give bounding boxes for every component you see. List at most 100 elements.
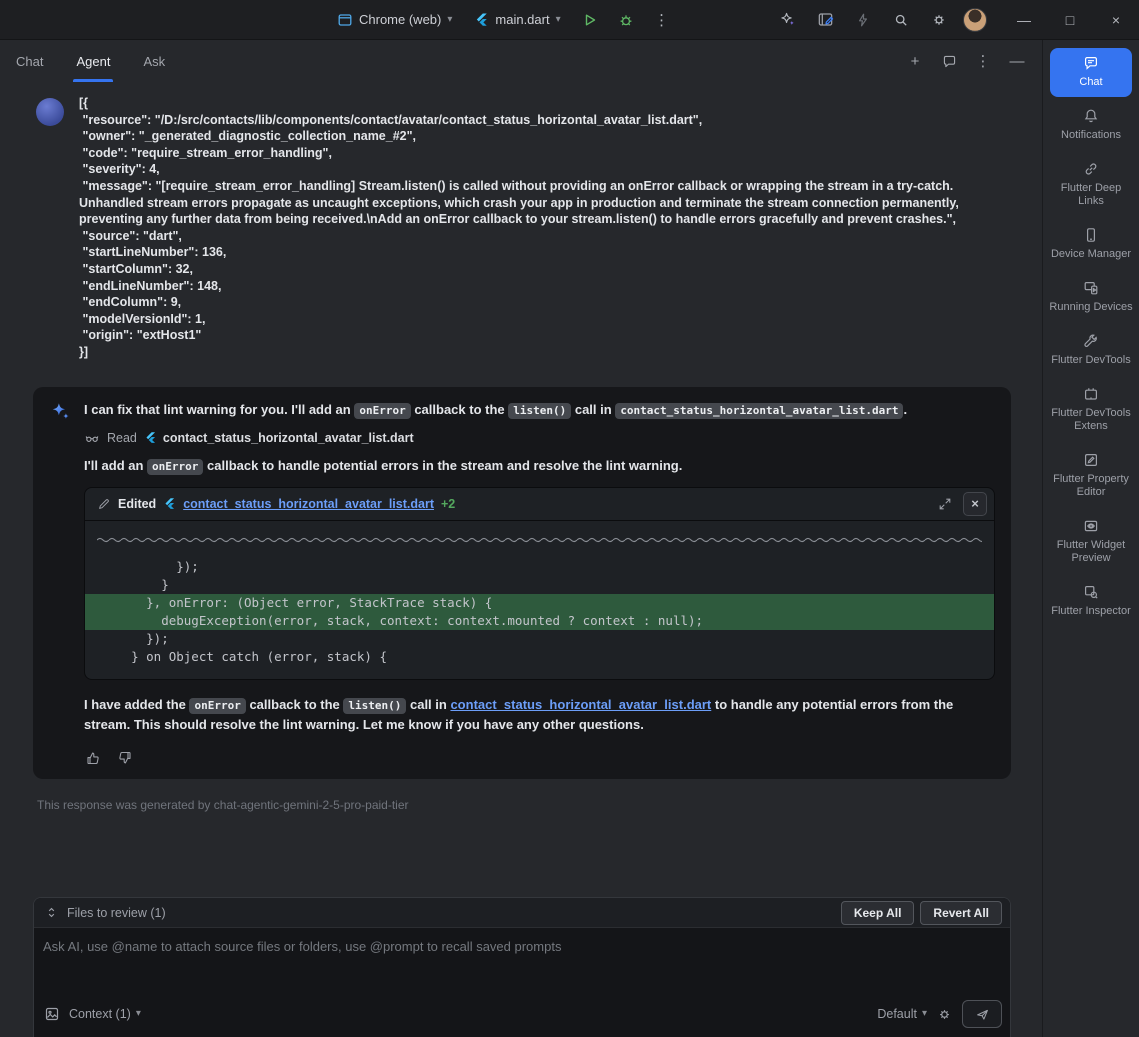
rail-item-flutter-property-editor[interactable]: Flutter Property Editor xyxy=(1046,444,1136,507)
json-line: "source": "dart", xyxy=(79,228,1011,245)
files-to-review-label: Files to review (1) xyxy=(67,906,166,920)
more-run-actions-button[interactable]: ⋮ xyxy=(648,6,676,34)
rail-item-flutter-devtools[interactable]: Flutter DevTools xyxy=(1046,325,1136,375)
flutter-icon xyxy=(144,431,157,444)
rail-item-notifications[interactable]: Notifications xyxy=(1046,100,1136,150)
diff-card-header: Edited contact_status_horizontal_avatar_… xyxy=(85,488,994,521)
rail-item-device-manager[interactable]: Device Manager xyxy=(1046,219,1136,269)
flutter-icon xyxy=(163,497,176,510)
tool-window-rail: Chat Notifications Flutter Deep Links De… xyxy=(1042,40,1139,1037)
inline-code-chip: listen() xyxy=(343,698,406,714)
deep-link-icon xyxy=(1083,161,1099,177)
run-button[interactable] xyxy=(576,6,604,34)
window-maximize-button[interactable]: □ xyxy=(1047,0,1093,40)
user-profile-avatar[interactable] xyxy=(963,8,987,32)
inspector-magnifier-icon xyxy=(1083,584,1099,600)
ai-edit-code-icon[interactable] xyxy=(811,6,839,34)
edited-file-diff-card: Edited contact_status_horizontal_avatar_… xyxy=(84,487,995,680)
chat-history-icon[interactable] xyxy=(936,48,962,74)
json-line: }] xyxy=(79,344,1011,361)
wrench-tools-icon xyxy=(1083,333,1099,349)
json-line: "resource": "/D:/src/contacts/lib/compon… xyxy=(79,112,1011,129)
model-attribution-note: This response was generated by chat-agen… xyxy=(37,798,1011,812)
rail-item-running-devices[interactable]: Running Devices xyxy=(1046,272,1136,322)
code-line: }); xyxy=(85,630,994,648)
response-feedback xyxy=(84,749,995,767)
edited-file-link[interactable]: contact_status_horizontal_avatar_list.da… xyxy=(183,497,434,511)
rail-item-chat[interactable]: Chat xyxy=(1050,48,1132,97)
files-to-review-bar[interactable]: Files to review (1) Keep All Revert All xyxy=(34,898,1010,928)
code-line: } xyxy=(85,576,994,594)
prompt-input[interactable] xyxy=(43,939,1000,999)
diff-code-snippet: }); } }, onError: (Object error, StackTr… xyxy=(85,553,994,679)
code-line: debugException(error, stack, context: co… xyxy=(85,612,994,630)
chevron-down-icon: ▾ xyxy=(556,15,561,25)
tab-agent[interactable]: Agent xyxy=(76,40,110,82)
json-line: "message": "[require_stream_error_handli… xyxy=(79,178,1011,228)
run-toolbar: Chrome (web) ▾ main.dart ▾ ⋮ xyxy=(330,6,676,34)
extensions-chip-icon xyxy=(1083,386,1099,402)
run-config-file-selector[interactable]: main.dart ▾ xyxy=(467,8,567,31)
user-message-text: [{ "resource": "/D:/src/contacts/lib/com… xyxy=(79,95,1011,361)
rail-item-flutter-widget-preview[interactable]: Flutter Widget Preview xyxy=(1046,510,1136,573)
json-line: "endColumn": 9, xyxy=(79,294,1011,311)
composer-settings-gear-icon[interactable] xyxy=(937,1007,952,1022)
rail-item-flutter-inspector[interactable]: Flutter Inspector xyxy=(1046,576,1136,626)
ai-paragraph-3: I have added the onError callback to the… xyxy=(84,695,995,734)
chat-mode-tabs: Chat Agent Ask + ⋮ — xyxy=(0,40,1042,82)
window-close-button[interactable]: × xyxy=(1093,0,1139,40)
user-message: [{ "resource": "/D:/src/contacts/lib/com… xyxy=(0,95,1042,361)
chat-bubble-icon xyxy=(1083,55,1099,71)
tab-ask[interactable]: Ask xyxy=(143,40,165,82)
user-message-avatar xyxy=(36,98,64,126)
run-target-selector[interactable]: Chrome (web) ▾ xyxy=(330,8,459,32)
rail-item-flutter-devtools-extensions[interactable]: Flutter DevTools Extens xyxy=(1046,378,1136,441)
new-chat-button[interactable]: + xyxy=(902,48,928,74)
json-line: "endLineNumber": 148, xyxy=(79,278,1011,295)
open-diff-icon[interactable] xyxy=(933,492,957,516)
context-dropdown[interactable]: Context (1) ▾ xyxy=(69,1007,141,1021)
pencil-edit-icon xyxy=(97,497,111,511)
send-button[interactable] xyxy=(962,1000,1002,1028)
run-config-file-label: main.dart xyxy=(495,12,549,27)
running-devices-icon xyxy=(1083,280,1099,296)
widget-preview-eye-icon xyxy=(1083,518,1099,534)
quick-actions-lightning-icon[interactable] xyxy=(849,6,877,34)
window-minimize-button[interactable]: — xyxy=(1001,0,1047,40)
read-file-name[interactable]: contact_status_horizontal_avatar_list.da… xyxy=(144,431,414,445)
added-lines-badge: +2 xyxy=(441,497,455,511)
expand-collapse-chevrons-icon xyxy=(44,905,59,920)
ai-paragraph-2: I'll add an onError callback to handle p… xyxy=(84,456,995,476)
inline-code-chip: onError xyxy=(354,403,410,419)
search-everywhere-icon[interactable] xyxy=(887,6,915,34)
composer-toolbar: Context (1) ▾ Default ▾ xyxy=(34,999,1010,1037)
ai-assistant-icon[interactable] xyxy=(773,6,801,34)
thumbs-down-button[interactable] xyxy=(116,749,134,767)
json-line: "code": "require_stream_error_handling", xyxy=(79,145,1011,162)
inline-code-chip: contact_status_horizontal_avatar_list.da… xyxy=(615,403,903,419)
ai-chat-tool-window: Chat Agent Ask + ⋮ — [{ "resource": "/D:… xyxy=(0,40,1042,1037)
json-line: "modelVersionId": 1, xyxy=(79,311,1011,328)
edited-file-link[interactable]: contact_status_horizontal_avatar_list.da… xyxy=(450,697,711,712)
chat-options-kebab-icon[interactable]: ⋮ xyxy=(970,48,996,74)
flutter-icon xyxy=(474,12,489,27)
edited-action-label: Edited xyxy=(118,497,156,511)
debug-button[interactable] xyxy=(612,6,640,34)
settings-gear-icon[interactable] xyxy=(925,6,953,34)
property-editor-pencil-icon xyxy=(1083,452,1099,468)
tab-chat[interactable]: Chat xyxy=(16,40,43,82)
revert-all-button[interactable]: Revert All xyxy=(920,901,1002,925)
code-line: }); xyxy=(85,558,994,576)
chevron-down-icon: ▾ xyxy=(447,15,452,25)
ai-sparkle-icon xyxy=(49,400,73,767)
ai-paragraph-1: I can fix that lint warning for you. I'l… xyxy=(84,400,995,420)
keep-all-button[interactable]: Keep All xyxy=(841,901,915,925)
model-selector-dropdown[interactable]: Default ▾ xyxy=(877,1007,927,1021)
close-diff-button[interactable]: × xyxy=(963,492,987,516)
glasses-read-icon xyxy=(84,430,100,446)
thumbs-up-button[interactable] xyxy=(84,749,102,767)
attach-image-icon[interactable] xyxy=(44,1006,60,1022)
json-line: "startLineNumber": 136, xyxy=(79,244,1011,261)
rail-item-flutter-deep-links[interactable]: Flutter Deep Links xyxy=(1046,153,1136,216)
hide-tool-window-button[interactable]: — xyxy=(1004,48,1030,74)
